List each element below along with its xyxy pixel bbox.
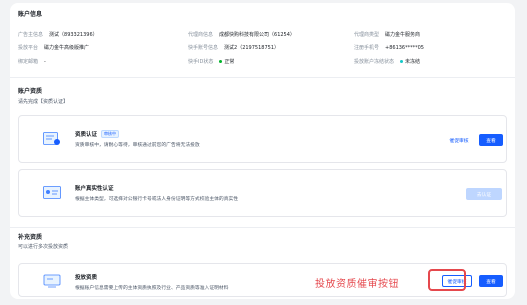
freeze-status-value: 未冻结: [400, 58, 420, 65]
account-page: 账户信息 广告主信息 测试（89332139​6） 代理商信息 成都快购科技有限…: [10, 3, 515, 299]
email-value: -: [44, 58, 46, 65]
delivery-view-button[interactable]: 查看: [479, 275, 503, 287]
agency-type-label: 代理商类型: [354, 32, 380, 38]
info-row-3: 绑定邮箱 - 快手ID状态 正常 投放账户冻结状态 未冻结: [18, 58, 510, 70]
delivery-qualification-desc: 根据账户信息需要上传的主体资质执照及行业、产品资质等准入证明材料: [75, 286, 229, 291]
real-name-title: 账户真实性认证: [75, 186, 114, 192]
verify-button[interactable]: 去认证: [466, 188, 502, 200]
urge-review-button[interactable]: 催促审核: [444, 134, 474, 146]
view-button[interactable]: 查看: [479, 134, 503, 146]
delivery-qualification-title: 投放资质: [75, 275, 98, 281]
qualification-cert-title: 资质认证 审核中: [75, 130, 120, 138]
qualification-cert-card: 资质认证 审核中 资质审核中，请耐心等待，审核通过前您的广告将无法投放 催促审核…: [18, 115, 507, 163]
real-name-card: 账户真实性认证 根据主体类型，可选择对公银行卡号或法人身份证明等方式校验主体的真…: [18, 169, 507, 217]
certificate-icon: [43, 132, 60, 145]
account-info-title: 账户信息: [18, 11, 43, 18]
supplement-subtitle: 可以进行多次投放资质: [18, 244, 69, 250]
annotation-highlight-box: [428, 269, 466, 291]
status-dot-green: [219, 60, 223, 63]
monitor-icon: [43, 274, 61, 288]
email-label: 绑定邮箱: [18, 59, 39, 65]
advertiser-info-label: 广告主信息: [18, 32, 44, 38]
account-qualification-subtitle: 请先完成【资质认证】: [18, 99, 69, 105]
kuaishou-id-status-value: 正常: [219, 58, 234, 65]
section-divider: [10, 77, 515, 78]
supplement-title: 补充资质: [18, 234, 43, 241]
status-dot-teal: [400, 60, 404, 63]
info-row-2: 投放平台 磁力金牛高级版推广 快手账号信息 测试2（2197518751） 注册…: [18, 44, 510, 56]
info-row-1: 广告主信息 测试（89332139​6） 代理商信息 成都快购科技有限公司（61…: [18, 31, 510, 43]
platform-label: 投放平台: [18, 45, 39, 51]
phone-value: +86136*****05: [385, 44, 424, 51]
qualification-cert-desc: 资质审核中，请耐心等待，审核通过前您的广告将无法投放: [75, 143, 200, 148]
kuaishou-account-value: 测试2（2197518751）: [224, 45, 280, 51]
agency-info-value: 成都快购科技有限公司（61254）: [219, 32, 295, 38]
section-divider-2: [10, 227, 515, 228]
reviewing-badge: 审核中: [101, 130, 120, 138]
agency-type-value: 磁力金牛服务商: [385, 32, 421, 38]
advertiser-info-value: 测试（89332139​6）: [49, 32, 98, 38]
agency-info-label: 代理商信息: [188, 32, 214, 38]
freeze-status-label: 投放账户冻结状态: [354, 59, 395, 65]
phone-label: 注册手机号: [354, 45, 380, 51]
kuaishou-account-label: 快手账号信息: [188, 45, 219, 51]
platform-value: 磁力金牛高级版推广: [44, 45, 90, 51]
annotation-label: 投放资质催审按钮: [315, 279, 399, 290]
id-card-icon: [43, 186, 61, 199]
real-name-desc: 根据主体类型，可选择对公银行卡号或法人身份证明等方式校验主体的真实性: [75, 197, 239, 202]
account-qualification-title: 账户资质: [18, 88, 43, 95]
kuaishou-id-status-label: 快手ID状态: [188, 59, 214, 65]
